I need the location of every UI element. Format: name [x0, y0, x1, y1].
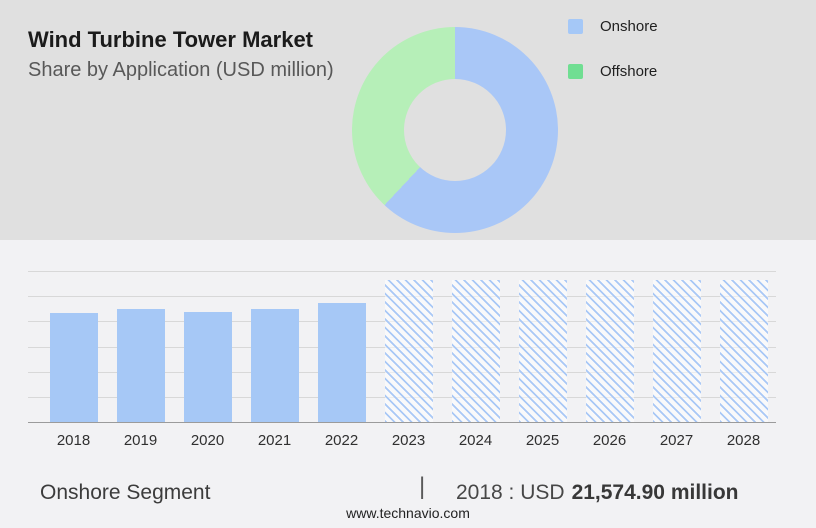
- x-tick-label-2025: 2025: [510, 432, 576, 449]
- legend-label: Offshore: [600, 63, 657, 80]
- x-tick-label-2024: 2024: [443, 432, 509, 449]
- donut-chart-hole: [404, 79, 506, 181]
- x-tick-label-2026: 2026: [577, 432, 643, 449]
- onshore-color-swatch: [568, 19, 583, 34]
- bar-2021: [251, 309, 299, 422]
- segment-value-amount: 21,574.90 million: [572, 481, 739, 504]
- bar-2028: [720, 280, 768, 422]
- bar-2019: [117, 309, 165, 422]
- legend-item-onshore: Onshore: [568, 18, 658, 34]
- x-axis-labels: 2018201920202021202220232024202520262027…: [28, 432, 776, 450]
- x-tick-label-2019: 2019: [108, 432, 174, 449]
- bar-2018: [50, 313, 98, 422]
- gridline: [28, 271, 776, 272]
- x-tick-label-2020: 2020: [175, 432, 241, 449]
- legend-label: Onshore: [600, 18, 658, 35]
- bar-2024: [452, 280, 500, 422]
- header-section: Wind Turbine Tower Market Share by Appli…: [0, 0, 816, 240]
- bar-2025: [519, 280, 567, 422]
- bar-chart-section: 2018201920202021202220232024202520262027…: [0, 240, 816, 528]
- x-tick-label-2027: 2027: [644, 432, 710, 449]
- segment-label: Onshore Segment: [40, 481, 210, 505]
- x-tick-label-2021: 2021: [242, 432, 308, 449]
- legend-item-offshore: Offshore: [568, 63, 657, 79]
- x-tick-label-2018: 2018: [41, 432, 107, 449]
- footer-divider: |: [419, 473, 425, 501]
- bar-plot: [28, 271, 776, 422]
- website-link[interactable]: www.technavio.com: [0, 505, 816, 521]
- offshore-color-swatch: [568, 64, 583, 79]
- donut-chart: [352, 27, 558, 233]
- x-tick-label-2023: 2023: [376, 432, 442, 449]
- segment-value: 2018 : USD 21,574.90 million: [456, 481, 739, 505]
- bar-2023: [385, 280, 433, 422]
- x-tick-label-2028: 2028: [711, 432, 777, 449]
- bar-2027: [653, 280, 701, 422]
- segment-value-prefix: 2018 : USD: [456, 481, 565, 504]
- page-subtitle: Share by Application (USD million): [28, 59, 334, 82]
- bar-2026: [586, 280, 634, 422]
- bar-2022: [318, 303, 366, 422]
- bar-2020: [184, 312, 232, 422]
- x-tick-label-2022: 2022: [309, 432, 375, 449]
- page-title: Wind Turbine Tower Market: [28, 27, 313, 53]
